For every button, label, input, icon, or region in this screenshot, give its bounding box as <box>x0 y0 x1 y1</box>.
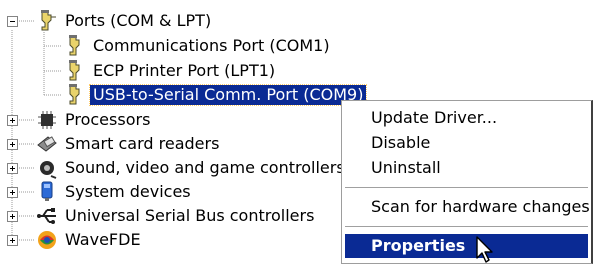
tree-item-label: ECP Printer Port (LPT1) <box>93 61 276 80</box>
expand-toggle-smart-card-readers[interactable] <box>7 139 18 150</box>
port-connector-icon <box>36 10 58 32</box>
computer-system-icon <box>36 181 58 203</box>
tree-item-ports[interactable]: Ports (COM & LPT) <box>36 9 214 33</box>
tree-item-com1[interactable]: Communications Port (COM1) <box>64 34 333 58</box>
tree-item-label: Processors <box>65 110 151 129</box>
tree-item-label: Ports (COM & LPT) <box>65 11 212 30</box>
tree-item-sound-video[interactable]: Sound, video and game controllers <box>36 156 348 180</box>
menu-item-update-driver[interactable]: Update Driver... <box>345 106 588 130</box>
speaker-icon <box>36 157 58 179</box>
processor-chip-icon <box>36 109 58 131</box>
tree-item-label: Communications Port (COM1) <box>93 36 330 55</box>
port-connector-icon <box>64 84 86 106</box>
expand-toggle-system-devices[interactable] <box>7 187 18 198</box>
smart-card-reader-icon <box>36 133 58 155</box>
menu-item-scan-hardware-changes[interactable]: Scan for hardware changes <box>345 195 590 219</box>
tree-item-label: Universal Serial Bus controllers <box>65 206 315 225</box>
usb-icon <box>36 205 58 227</box>
context-menu: Update Driver... Disable Uninstall Scan … <box>341 100 593 264</box>
tree-item-label: WaveFDE <box>65 230 141 249</box>
wavefde-icon <box>36 229 58 251</box>
menu-item-uninstall[interactable]: Uninstall <box>345 156 588 180</box>
tree-item-label: Smart card readers <box>65 134 220 153</box>
port-connector-icon <box>64 60 86 82</box>
tree-item-label: Sound, video and game controllers <box>65 158 345 177</box>
tree-item-system-devices[interactable]: System devices <box>36 180 194 204</box>
tree-item-label-selected: USB-to-Serial Comm. Port (COM9) <box>88 84 368 106</box>
menu-separator <box>345 226 588 227</box>
menu-separator <box>345 187 588 188</box>
tree-item-processors[interactable]: Processors <box>36 108 153 132</box>
expand-toggle-usb-controllers[interactable] <box>7 211 18 222</box>
tree-item-lpt1[interactable]: ECP Printer Port (LPT1) <box>64 59 278 83</box>
tree-item-wavefde[interactable]: WaveFDE <box>36 228 144 252</box>
expand-toggle-sound-video[interactable] <box>7 163 18 174</box>
tree-item-label: System devices <box>65 182 191 201</box>
tree-item-smart-card-readers[interactable]: Smart card readers <box>36 132 222 156</box>
tree-item-com9[interactable]: USB-to-Serial Comm. Port (COM9) <box>64 83 368 107</box>
expand-toggle-processors[interactable] <box>7 115 18 126</box>
collapse-toggle-ports[interactable] <box>7 16 18 27</box>
menu-item-disable[interactable]: Disable <box>345 131 588 155</box>
expand-toggle-wavefde[interactable] <box>7 235 18 246</box>
menu-item-properties[interactable]: Properties <box>345 234 588 258</box>
port-connector-icon <box>64 35 86 57</box>
device-manager-window: Ports (COM & LPT) Communications Port (C… <box>0 0 598 264</box>
tree-item-usb-controllers[interactable]: Universal Serial Bus controllers <box>36 204 317 228</box>
mouse-pointer-icon <box>476 236 493 263</box>
